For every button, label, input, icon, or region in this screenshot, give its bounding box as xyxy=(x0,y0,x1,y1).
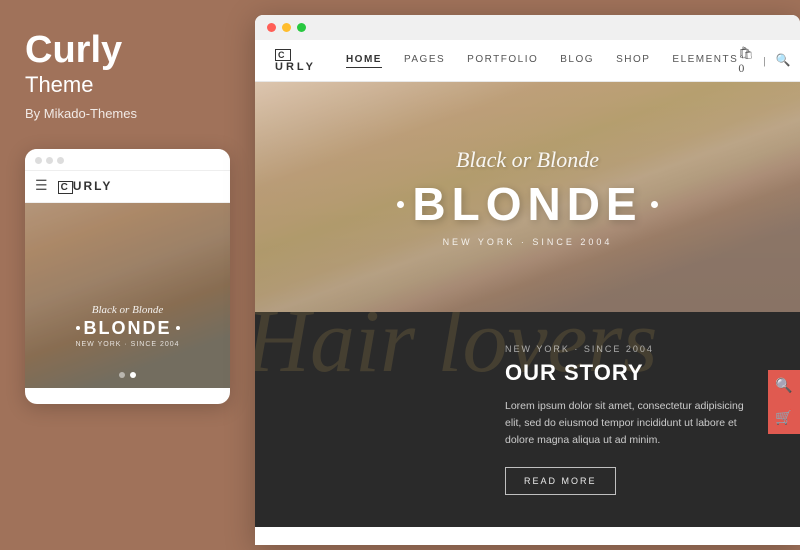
browser-logo-c: C xyxy=(275,49,291,61)
browser-mockup: CURLY HOME PAGES PORTFOLIO BLOG SHOP ELE… xyxy=(255,15,800,545)
mobile-top-bar xyxy=(25,149,230,171)
browser-logo: CURLY xyxy=(275,49,316,73)
mobile-dot-1 xyxy=(35,157,42,164)
story-body: Lorem ipsum dolor sit amet, consectetur … xyxy=(505,398,750,448)
nav-portfolio[interactable]: PORTFOLIO xyxy=(467,54,538,68)
hero-dot-left xyxy=(397,201,404,208)
browser-dot-red[interactable] xyxy=(267,23,276,32)
hero-headline-row: BLONDE xyxy=(397,177,657,231)
hero-dot-right xyxy=(651,201,658,208)
mobile-indicator-1[interactable] xyxy=(119,372,125,378)
hero-script: Black or Blonde xyxy=(456,147,599,173)
mobile-dot-3 xyxy=(57,157,64,164)
story-title: OUR STORY xyxy=(505,360,750,386)
hero-since: NEW YORK · SINCE 2004 xyxy=(443,237,613,247)
mobile-dot-right xyxy=(176,326,180,330)
mobile-hero-text: Black or Blonde BLONDE NEW YORK · SINCE … xyxy=(25,304,230,348)
mobile-indicators xyxy=(25,372,230,378)
hero-content: Black or Blonde BLONDE NEW YORK · SINCE … xyxy=(255,82,800,312)
mobile-dots xyxy=(35,157,64,164)
browser-navbar: CURLY HOME PAGES PORTFOLIO BLOG SHOP ELE… xyxy=(255,40,800,82)
mobile-indicator-2[interactable] xyxy=(130,372,136,378)
cart-icon[interactable]: 🛍 0 xyxy=(738,46,753,76)
hero-headline: BLONDE xyxy=(412,177,642,231)
browser-top-bar xyxy=(255,15,800,40)
nav-home[interactable]: HOME xyxy=(346,54,382,68)
mobile-mockup: ☰ CURLY Black or Blonde BLONDE NEW YORK … xyxy=(25,149,230,404)
hamburger-icon[interactable]: ☰ xyxy=(35,178,48,195)
mobile-logo: CURLY xyxy=(58,179,113,194)
logo-c-box: C xyxy=(58,181,73,194)
mobile-headline-row: BLONDE xyxy=(25,318,230,339)
nav-pages[interactable]: PAGES xyxy=(404,54,445,68)
divider-1: | xyxy=(764,55,766,67)
read-more-button[interactable]: READ MORE xyxy=(505,467,616,495)
mobile-since: NEW YORK · SINCE 2004 xyxy=(25,341,230,348)
browser-nav: HOME PAGES PORTFOLIO BLOG SHOP ELEMENTS xyxy=(346,54,738,68)
browser-hero: Black or Blonde BLONDE NEW YORK · SINCE … xyxy=(255,82,800,312)
story-content: NEW YORK · SINCE 2004 OUR STORY Lorem ip… xyxy=(255,344,800,494)
browser-dot-yellow[interactable] xyxy=(282,23,291,32)
nav-elements[interactable]: ELEMENTS xyxy=(672,54,738,68)
mobile-script: Black or Blonde xyxy=(25,304,230,316)
search-icon[interactable]: 🔍 xyxy=(776,53,791,68)
mobile-hero-overlay xyxy=(25,203,230,388)
mobile-headline: BLONDE xyxy=(84,318,172,339)
mobile-dot-left xyxy=(76,326,80,330)
nav-shop[interactable]: SHOP xyxy=(616,54,650,68)
mobile-hero: Black or Blonde BLONDE NEW YORK · SINCE … xyxy=(25,203,230,388)
browser-dot-green[interactable] xyxy=(297,23,306,32)
browser-nav-right: 🛍 0 | 🔍 | ☰ xyxy=(738,46,800,76)
app-author: By Mikado-Themes xyxy=(25,106,220,121)
left-panel: Curly Theme By Mikado-Themes ☰ CURLY Bla… xyxy=(0,0,245,550)
story-location: NEW YORK · SINCE 2004 xyxy=(505,344,750,354)
nav-blog[interactable]: BLOG xyxy=(560,54,594,68)
app-title: Curly Theme xyxy=(25,30,220,98)
mobile-nav: ☰ CURLY xyxy=(25,171,230,203)
mobile-dot-2 xyxy=(46,157,53,164)
browser-story: Hair lovers NEW YORK · SINCE 2004 OUR ST… xyxy=(255,312,800,527)
